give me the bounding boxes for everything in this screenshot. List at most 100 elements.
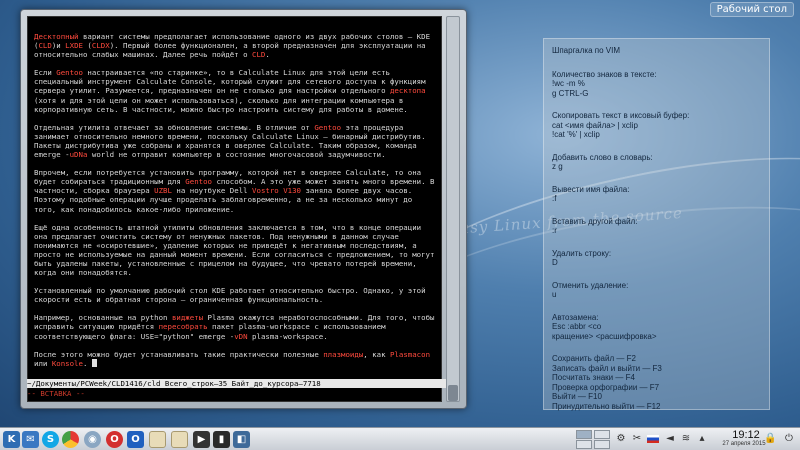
editor-paragraph: Например, основанные на python виджеты P…	[34, 313, 435, 340]
text-segment: (	[82, 41, 92, 51]
text-segment: world не отправит компьютер в состояние …	[87, 150, 386, 160]
highlighted-word: uDNa	[69, 150, 88, 160]
text-segment: Если	[34, 68, 57, 78]
kde-menu-icon[interactable]: K	[3, 431, 20, 448]
taskbar: K ✉ S ◉ O O ▶ ▮ ◧ ⚙ ✂ ◄ ≋ ▴ 19:12 27 апр…	[0, 427, 800, 450]
scrollbar-thumb[interactable]	[448, 385, 458, 401]
text-segment: Например, основанные на python	[34, 313, 172, 323]
shortcut-line: Записать файл и выйти — F3	[552, 363, 662, 373]
text-segment: .	[265, 50, 270, 60]
note-line: cat <имя файла> | xclip	[552, 120, 638, 130]
highlighted-word: пересобрать	[158, 322, 208, 332]
note-blocks: Количество знаков в тексте: !wc -m % g CTR…	[552, 70, 761, 342]
highlighted-word: Gentoo	[314, 122, 342, 132]
media-player-icon[interactable]: ▶	[193, 431, 210, 448]
shortcut-line: Выйти — F10	[552, 392, 602, 401]
text-segment: После этого можно будет устанавливать та…	[34, 349, 324, 359]
note-block: Удалить строку: D	[552, 249, 761, 268]
wifi-icon[interactable]: ≋	[680, 433, 692, 445]
editor-paragraph: Установленный по умолчанию рабочий стол …	[34, 286, 435, 304]
pager-desktop-4[interactable]	[594, 440, 610, 449]
volume-icon[interactable]: ◄	[664, 433, 676, 445]
editor-buffer[interactable]: Десктопный вариант системы предполагает …	[34, 32, 435, 368]
highlighted-word: Gentoo	[185, 177, 212, 187]
highlighted-word: Plasmacon	[389, 349, 431, 359]
highlighted-word: V130	[283, 186, 302, 196]
keyboard-icon[interactable]: ✂	[631, 433, 643, 445]
terminal-scrollbar[interactable]	[446, 16, 460, 402]
note-block: Количество знаков в тексте: !wc -m % g CTR…	[552, 70, 761, 99]
window-task-icon[interactable]: ◧	[233, 431, 250, 448]
note-line: Вставить другой файл:	[552, 216, 638, 226]
terminal-window[interactable]: Десктопный вариант системы предполагает …	[20, 9, 467, 409]
note-line: !cat '%' | xclip	[552, 130, 600, 139]
text-segment: Ещё одна особенность штатной утилиты обн…	[34, 222, 439, 278]
editor-paragraph: Ещё одна особенность штатной утилиты обн…	[34, 223, 435, 278]
network-icon[interactable]: ⚙	[615, 433, 627, 445]
lock-icon[interactable]: 🔒	[764, 433, 776, 445]
highlighted-word: UZBL	[154, 186, 172, 196]
note-line: кращение> <расшифровка>	[552, 331, 657, 341]
highlighted-word: CLD	[252, 50, 266, 60]
note-shortcuts: Сохранить файл — F2 Записать файл и выйти…	[552, 354, 761, 411]
note-block: Скопировать текст в иксовый буфер: cat <и…	[552, 111, 761, 140]
highlighted-word: виджеты	[171, 313, 204, 323]
network-app-icon[interactable]: ◉	[84, 431, 101, 448]
mail-icon[interactable]: ✉	[22, 431, 39, 448]
shortcut-line: Сохранить файл — F2	[552, 354, 636, 363]
note-block: Отменить удаление: u	[552, 281, 761, 300]
note-line: Скопировать текст в иксовый буфер:	[552, 111, 690, 120]
shortcut-line: Принудительно выйти — F12	[552, 401, 661, 411]
note-title: Шпаргалка по VIM	[552, 46, 620, 55]
editor-paragraph: Отдельная утилита отвечает за обновление…	[34, 123, 435, 159]
text-segment: на ноутбуке Dell	[171, 186, 253, 196]
text-segment: plasma-workspace.	[247, 331, 328, 341]
skype-icon[interactable]: S	[42, 431, 59, 448]
note-line: Автозамена:	[552, 312, 599, 322]
chrome-icon[interactable]	[62, 431, 79, 448]
highlighted-word: LXDE	[65, 41, 83, 51]
notes-icon[interactable]	[149, 431, 166, 448]
note-line: Вывести имя файла:	[552, 184, 630, 194]
highlighted-word: Vostro	[252, 186, 279, 196]
highlighted-word: CLD	[38, 41, 52, 51]
note-line: Количество знаков в тексте:	[552, 69, 657, 79]
note-block: Добавить слово в словарь: z g	[552, 153, 761, 172]
power-icon[interactable]: ⏻	[783, 433, 795, 445]
note-line: Добавить слово в словарь:	[552, 152, 653, 162]
text-segment: .	[82, 358, 92, 368]
tray-expand-icon[interactable]: ▴	[696, 433, 708, 445]
note-line: g CTRL-G	[552, 88, 589, 98]
editor-paragraph: После этого можно будет устанавливать та…	[34, 350, 435, 368]
note-line: :f	[552, 194, 557, 203]
opera-icon[interactable]: O	[106, 431, 123, 448]
note-line: !wc -m %	[552, 79, 585, 88]
note-block: Автозамена: Esc :abbr <со кращение> <расши…	[552, 313, 761, 342]
note-line: z g	[552, 162, 563, 171]
note-block: Вставить другой файл::r	[552, 217, 761, 236]
pager-desktop-2[interactable]	[594, 430, 610, 439]
terminal-task-icon[interactable]: ▮	[213, 431, 230, 448]
notes-icon[interactable]	[171, 431, 188, 448]
vim-mode-indicator: -- ВСТАВКА --	[27, 389, 85, 398]
editor-paragraph: Десктопный вариант системы предполагает …	[34, 32, 435, 59]
text-cursor	[91, 358, 97, 367]
pager-desktop-3[interactable]	[576, 440, 592, 449]
shortcut-line: Посчитать знаки — F4	[552, 373, 635, 382]
highlighted-word: плазмоиды	[323, 349, 364, 359]
highlighted-word: CLDX	[91, 41, 110, 51]
language-flag-icon[interactable]	[647, 435, 659, 443]
note-block: Вывести имя файла::f	[552, 185, 761, 204]
editor-paragraph: Впрочем, если потребуется установить про…	[34, 168, 435, 213]
note-line: D	[552, 258, 558, 267]
note-line: u	[552, 290, 557, 299]
office-icon[interactable]: O	[127, 431, 144, 448]
desktop-toolbox-button[interactable]: Рабочий стол	[709, 2, 794, 17]
highlighted-word: Gentoo	[56, 68, 83, 78]
highlighted-word: vDN	[234, 331, 248, 341]
terminal-text-area[interactable]: Десктопный вариант системы предполагает …	[27, 16, 442, 402]
vim-cheatsheet-note[interactable]: Шпаргалка по VIM Количество знаков в тек…	[543, 38, 770, 411]
text-segment: настраивается «по старинке», то в Calcul…	[34, 68, 431, 96]
note-line: :r	[552, 226, 557, 235]
pager-desktop-1[interactable]	[576, 430, 592, 439]
